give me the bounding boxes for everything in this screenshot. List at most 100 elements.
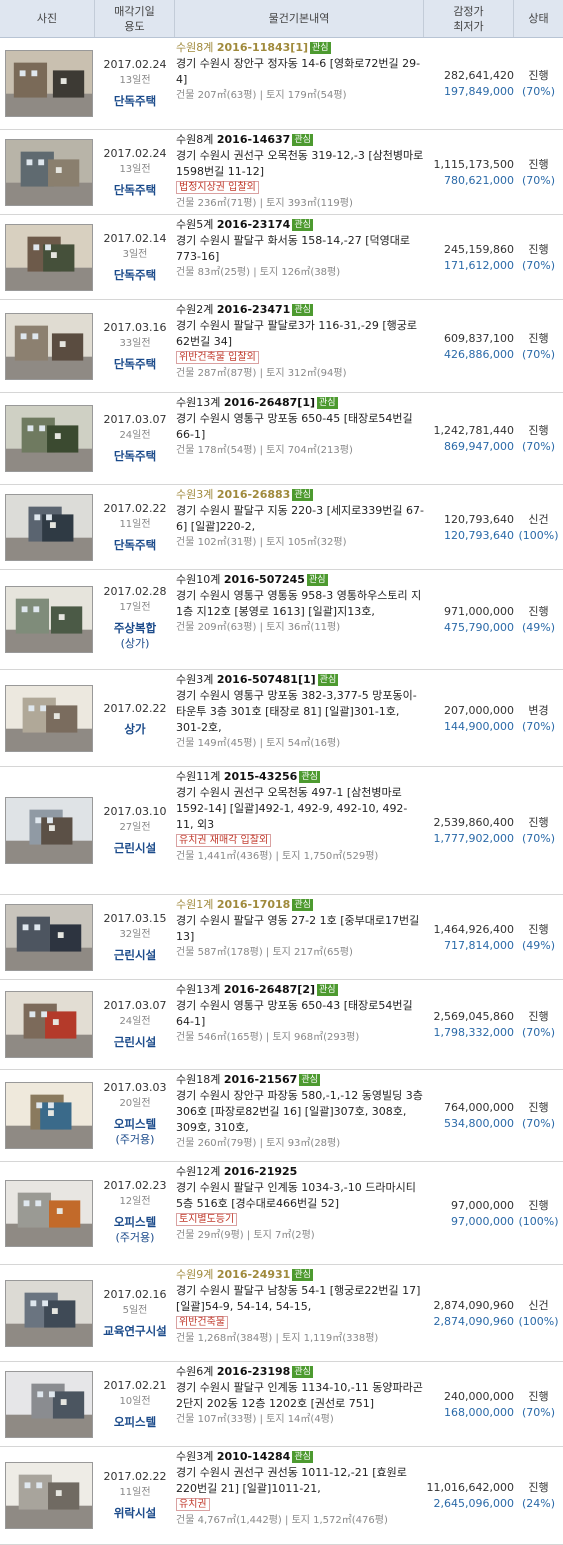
interest-badge[interactable]: 관심	[292, 219, 313, 231]
sale-date-cell: 2017.02.22 11일전 위락시설	[97, 1469, 173, 1521]
case-number-link[interactable]: 2016-11843[1]	[217, 41, 308, 54]
interest-badge[interactable]: 관심	[292, 899, 313, 911]
interest-badge[interactable]: 관심	[292, 1451, 313, 1463]
case-number-link[interactable]: 2016-14637	[217, 133, 290, 146]
court-name: 수원2계	[176, 303, 217, 316]
case-line: 수원13계 2016-26487[1] 관심	[176, 395, 424, 411]
case-number-link[interactable]: 2016-17018	[217, 898, 290, 911]
table-row[interactable]: 2017.03.15 32일전 근린시설 수원1계 2016-17018 관심 경기 수원…	[0, 895, 563, 980]
table-row[interactable]: 2017.03.10 27일전 근린시설 수원11계 2015-43256 관심 경기 수…	[0, 767, 563, 895]
interest-badge[interactable]: 관심	[292, 1269, 313, 1281]
property-photo[interactable]	[5, 223, 93, 291]
table-row[interactable]: 2017.02.28 17일전 주상복합 (상가) 수원10계 2016-507245 관…	[0, 570, 563, 670]
case-number-link[interactable]: 2016-24931	[217, 1268, 290, 1281]
property-photo[interactable]	[5, 586, 93, 653]
interest-badge[interactable]: 관심	[317, 397, 338, 409]
case-line: 수원5계 2016-23174 관심	[176, 217, 424, 233]
min-price-ratio: (70%)	[521, 1405, 556, 1419]
case-number-link[interactable]: 2016-21567	[224, 1073, 297, 1086]
case-number-link[interactable]: 2016-507481[1]	[217, 673, 316, 686]
table-row[interactable]: 2017.02.22 11일전 위락시설 수원3계 2010-14284 관심 경기 수원…	[0, 1447, 563, 1545]
property-address: 경기 수원시 권선구 오목천동 497-1 [삼천병마로 1592-14] [일…	[176, 786, 408, 831]
interest-badge[interactable]: 관심	[292, 134, 313, 146]
table-row[interactable]: 2017.03.07 24일전 단독주택 수원13계 2016-26487[1] 관심 경…	[0, 393, 563, 485]
interest-badge[interactable]: 관심	[306, 574, 328, 586]
appraisal-price: 97,000,000	[451, 1198, 514, 1212]
property-photo[interactable]	[5, 991, 93, 1058]
minimum-price: 168,000,000	[444, 1405, 514, 1419]
table-row[interactable]: 2017.02.22 상가 수원3계 2016-507481[1] 관심 경기 수원시 …	[0, 670, 563, 767]
area-info: 건물 107㎡(33평) | 토지 14㎡(4평)	[176, 1414, 334, 1425]
table-row[interactable]: 2017.02.21 10일전 오피스텔 수원6계 2016-23198 관심 경기 수원…	[0, 1362, 563, 1447]
table-row[interactable]: 2017.02.16 5일전 교육연구시설 수원9계 2016-24931 관심 경기 수…	[0, 1265, 563, 1362]
case-number-link[interactable]: 2010-14284	[217, 1450, 290, 1463]
property-photo[interactable]	[5, 903, 93, 971]
sale-date: 2017.02.22	[103, 701, 167, 715]
property-address: 경기 수원시 장안구 정자동 14-6 [영화로72번길 29-4]	[176, 57, 421, 86]
interest-badge[interactable]: 관심	[299, 1074, 320, 1086]
table-row[interactable]: 2017.02.14 3일전 단독주택 수원5계 2016-23174 관심 경기 수원시…	[0, 215, 563, 300]
case-number-link[interactable]: 2015-43256	[224, 770, 297, 783]
property-type: 교육연구시설	[103, 1323, 167, 1338]
property-subtype: (상가)	[120, 637, 150, 650]
interest-badge[interactable]: 관심	[317, 674, 339, 686]
property-type: 오피스텔	[113, 1117, 157, 1131]
header-type-label: 용도	[124, 19, 145, 33]
minimum-price: 717,814,000	[444, 938, 514, 952]
property-photo[interactable]	[5, 405, 93, 472]
table-row[interactable]: 2017.03.03 20일전 오피스텔 (주거용) 수원18계 2016-21567 관…	[0, 1070, 563, 1162]
case-number-link[interactable]: 2016-507245	[224, 573, 305, 586]
sale-date-cell: 2017.02.22 상가	[97, 701, 173, 737]
sale-date: 2017.02.22	[103, 501, 167, 515]
days-remaining: 11일전	[119, 1487, 151, 1498]
header-date-type[interactable]: 매각기일 용도	[95, 0, 175, 37]
sale-date: 2017.03.10	[103, 805, 167, 818]
price-cell: 240,000,000 168,000,000	[424, 1389, 514, 1421]
interest-badge[interactable]: 관심	[292, 489, 313, 501]
property-photo[interactable]	[5, 1370, 93, 1438]
property-photo[interactable]	[5, 1082, 93, 1149]
table-row[interactable]: 2017.02.22 11일전 단독주택 수원3계 2016-26883 관심 경기 수원…	[0, 485, 563, 570]
price-cell: 2,539,860,400 1,777,902,000	[424, 815, 514, 847]
property-address: 경기 수원시 영통구 영통동 958-3 영통하우스토리 지1층 지12호 [봉…	[176, 589, 422, 618]
property-photo[interactable]	[5, 1462, 93, 1529]
property-photo[interactable]	[5, 50, 93, 117]
table-row[interactable]: 2017.02.23 12일전 오피스텔 (주거용) 수원12계 2016-21925 경…	[0, 1162, 563, 1265]
header-info-label: 물건기본내역	[268, 12, 330, 25]
interest-badge[interactable]: 관심	[292, 1366, 313, 1378]
property-photo[interactable]	[5, 493, 93, 561]
area-info: 건물 287㎡(87평) | 토지 312㎡(94평)	[176, 368, 347, 379]
appraisal-price: 11,016,642,000	[426, 1481, 514, 1494]
minimum-price: 780,621,000	[444, 173, 514, 187]
property-photo[interactable]	[5, 1179, 93, 1247]
case-number-link[interactable]: 2016-26883	[217, 488, 290, 501]
interest-badge[interactable]: 관심	[317, 984, 338, 996]
property-photo[interactable]	[5, 797, 93, 864]
table-row[interactable]: 2017.03.16 33일전 단독주택 수원2계 2016-23471 관심 경기 수원…	[0, 300, 563, 393]
property-type: 단독주택	[113, 449, 157, 463]
minimum-price: 97,000,000	[451, 1214, 514, 1228]
status-cell: 진행 (70%)	[514, 331, 563, 363]
property-photo[interactable]	[5, 312, 93, 380]
status-cell: 진행 (24%)	[514, 1480, 563, 1512]
property-address: 경기 수원시 영통구 망포동 650-43 [태장로54번길 64-1]	[176, 999, 413, 1028]
case-number-link[interactable]: 2016-26487[2]	[224, 983, 315, 996]
table-row[interactable]: 2017.02.24 13일전 단독주택 수원8계 2016-14637 관심 경기 수원…	[0, 130, 563, 215]
property-photo[interactable]	[5, 1279, 93, 1347]
case-number-link[interactable]: 2016-23174	[217, 218, 290, 231]
case-number-link[interactable]: 2016-26487[1]	[224, 396, 315, 409]
table-row[interactable]: 2017.02.24 13일전 단독주택 수원8계 2016-11843[1] 관심 경기…	[0, 38, 563, 130]
property-photo[interactable]	[5, 684, 93, 752]
table-row[interactable]: 2017.03.07 24일전 근린시설 수원13계 2016-26487[2] 관심 경…	[0, 980, 563, 1070]
interest-badge[interactable]: 관심	[299, 771, 320, 783]
interest-badge[interactable]: 관심	[292, 304, 313, 316]
header-price[interactable]: 감정가 최저가	[424, 0, 514, 37]
interest-badge[interactable]: 관심	[310, 42, 331, 54]
case-number-link[interactable]: 2016-23471	[217, 303, 290, 316]
sale-date-cell: 2017.02.24 13일전 단독주택	[97, 146, 173, 198]
minimum-price: 475,790,000	[444, 621, 514, 634]
court-name: 수원5계	[176, 218, 217, 231]
case-number-link[interactable]: 2016-21925	[224, 1165, 297, 1178]
case-number-link[interactable]: 2016-23198	[217, 1365, 290, 1378]
property-photo[interactable]	[5, 138, 93, 206]
